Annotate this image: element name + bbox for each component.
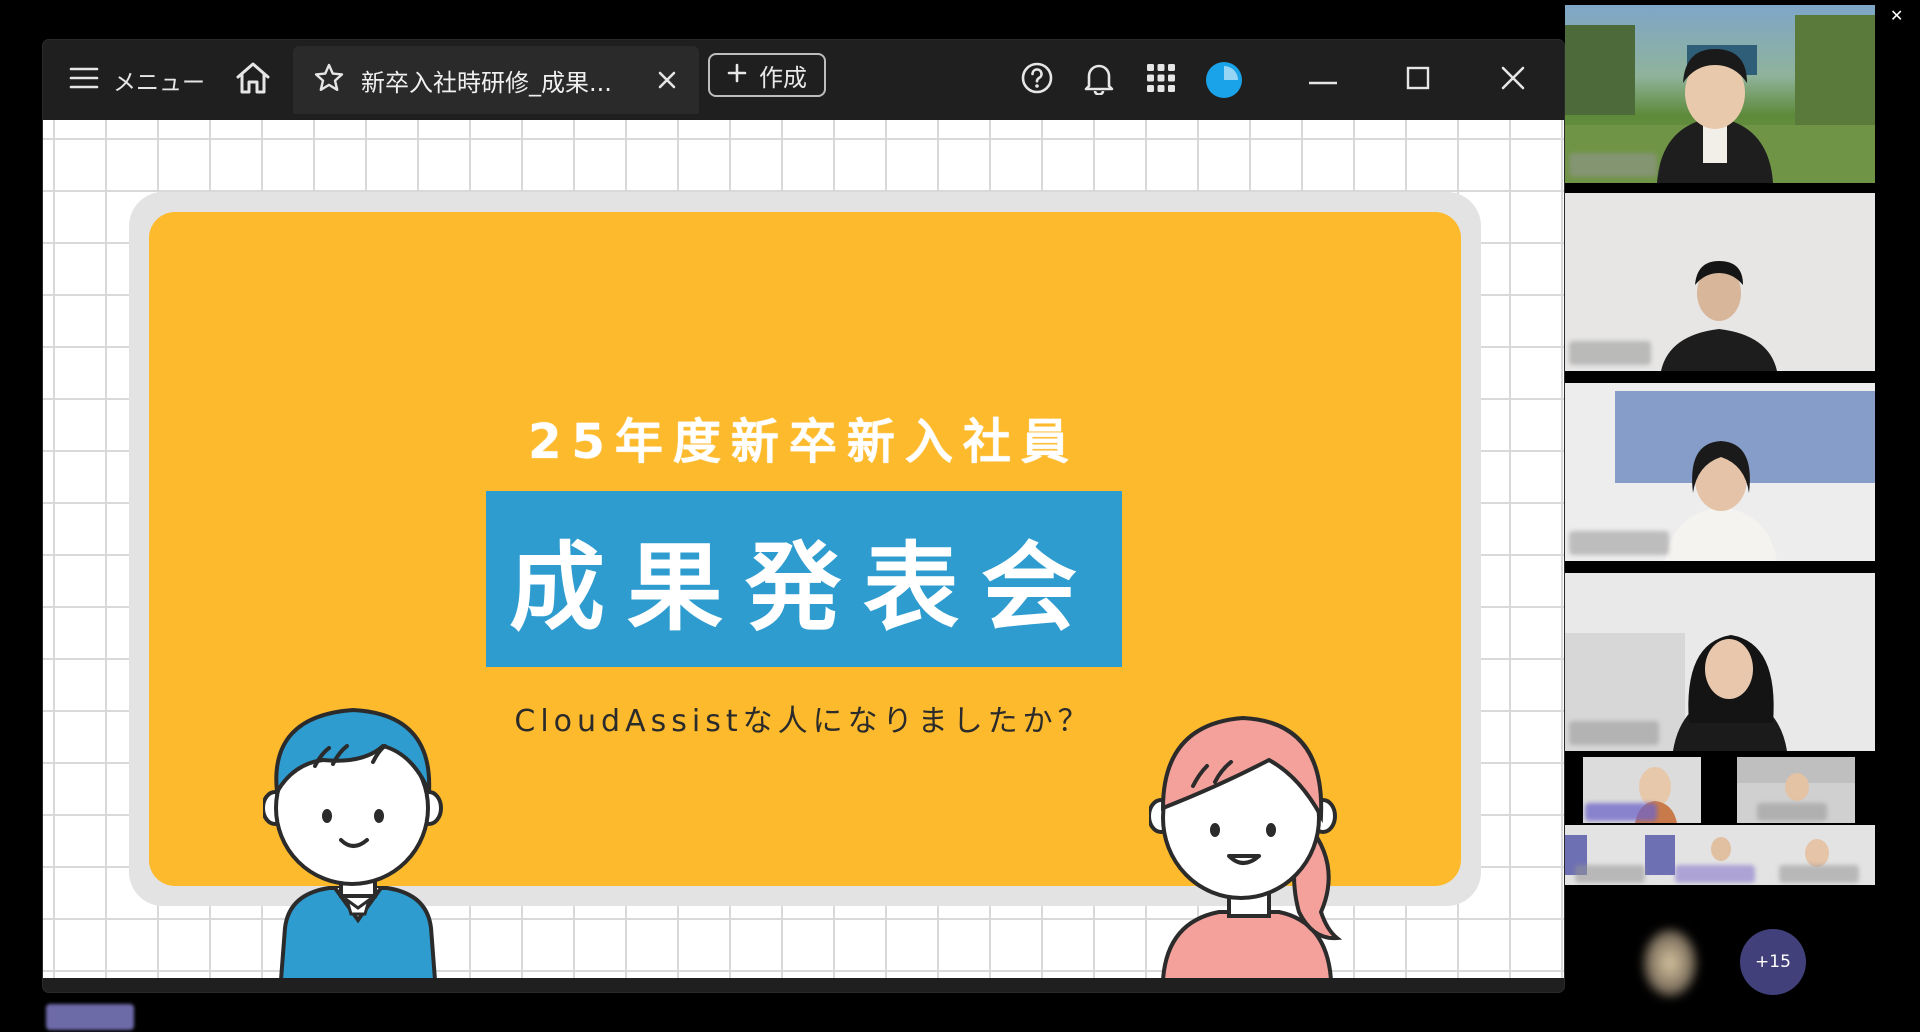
participant-name [1675,865,1755,883]
close-icon [1501,66,1525,94]
apps-button[interactable] [1141,60,1181,100]
notifications-button[interactable] [1079,60,1119,100]
hamburger-icon [69,65,99,95]
participant-video-1[interactable] [1565,5,1875,183]
menu-label: メニュー [113,70,205,96]
maximize-button[interactable] [1398,60,1438,100]
girl-illustration [1149,716,1343,978]
plus-icon [727,61,747,89]
create-label: 作成 [759,63,807,92]
home-button[interactable] [233,60,273,100]
slide-subtitle: 25年度新卒新入社員 [528,414,1079,470]
grid-icon [1146,63,1176,97]
create-button[interactable]: 作成 [708,53,826,97]
more-participants-button[interactable]: +15 [1740,929,1806,995]
tab-title: 新卒入社時研修_成果... [361,68,612,97]
participant-video-5[interactable] [1583,757,1701,823]
app-titlebar: メニュー 新卒入社時研修_成果... 作成 [43,40,1564,120]
participant-name [1585,803,1657,821]
participant-video-4[interactable] [1565,573,1875,751]
participant-name [1575,865,1645,883]
help-icon [1020,61,1054,99]
account-avatar[interactable] [1206,62,1242,98]
participant-name [1757,803,1827,821]
participant-name [1569,721,1659,745]
menu-button[interactable]: メニュー [69,62,205,98]
star-icon[interactable] [313,62,345,98]
slide-title-box: 成果発表会 [486,491,1122,667]
close-window-button[interactable] [1493,60,1533,100]
bell-icon [1083,61,1115,99]
participant-name [1569,531,1669,555]
participant-video-3[interactable] [1565,383,1875,561]
help-button[interactable] [1017,60,1057,100]
participant-video-2[interactable] [1565,193,1875,371]
maximize-icon [1406,66,1430,94]
tab-document[interactable]: 新卒入社時研修_成果... [293,46,699,114]
minimize-icon [1308,71,1338,90]
participant-name [1569,153,1657,177]
presenter-name-chip [46,1004,134,1030]
boy-illustration [263,708,443,978]
close-icon[interactable]: ✕ [1890,6,1903,25]
slide-title: 成果発表会 [509,531,1099,644]
participant-video-7[interactable] [1565,825,1875,885]
participant-name [1569,341,1651,365]
close-icon[interactable] [653,66,681,94]
shared-screen-window: メニュー 新卒入社時研修_成果... 作成 25年度新卒新入社員 成果発表会 C… [43,40,1564,992]
minimize-button[interactable] [1303,60,1343,100]
participant-video-6[interactable] [1737,757,1855,823]
participant-name [1779,865,1859,883]
presentation-slide: 25年度新卒新入社員 成果発表会 CloudAssistな人になりましたか？ [43,120,1564,978]
participant-avatar[interactable] [1644,930,1696,996]
home-icon [234,60,272,100]
